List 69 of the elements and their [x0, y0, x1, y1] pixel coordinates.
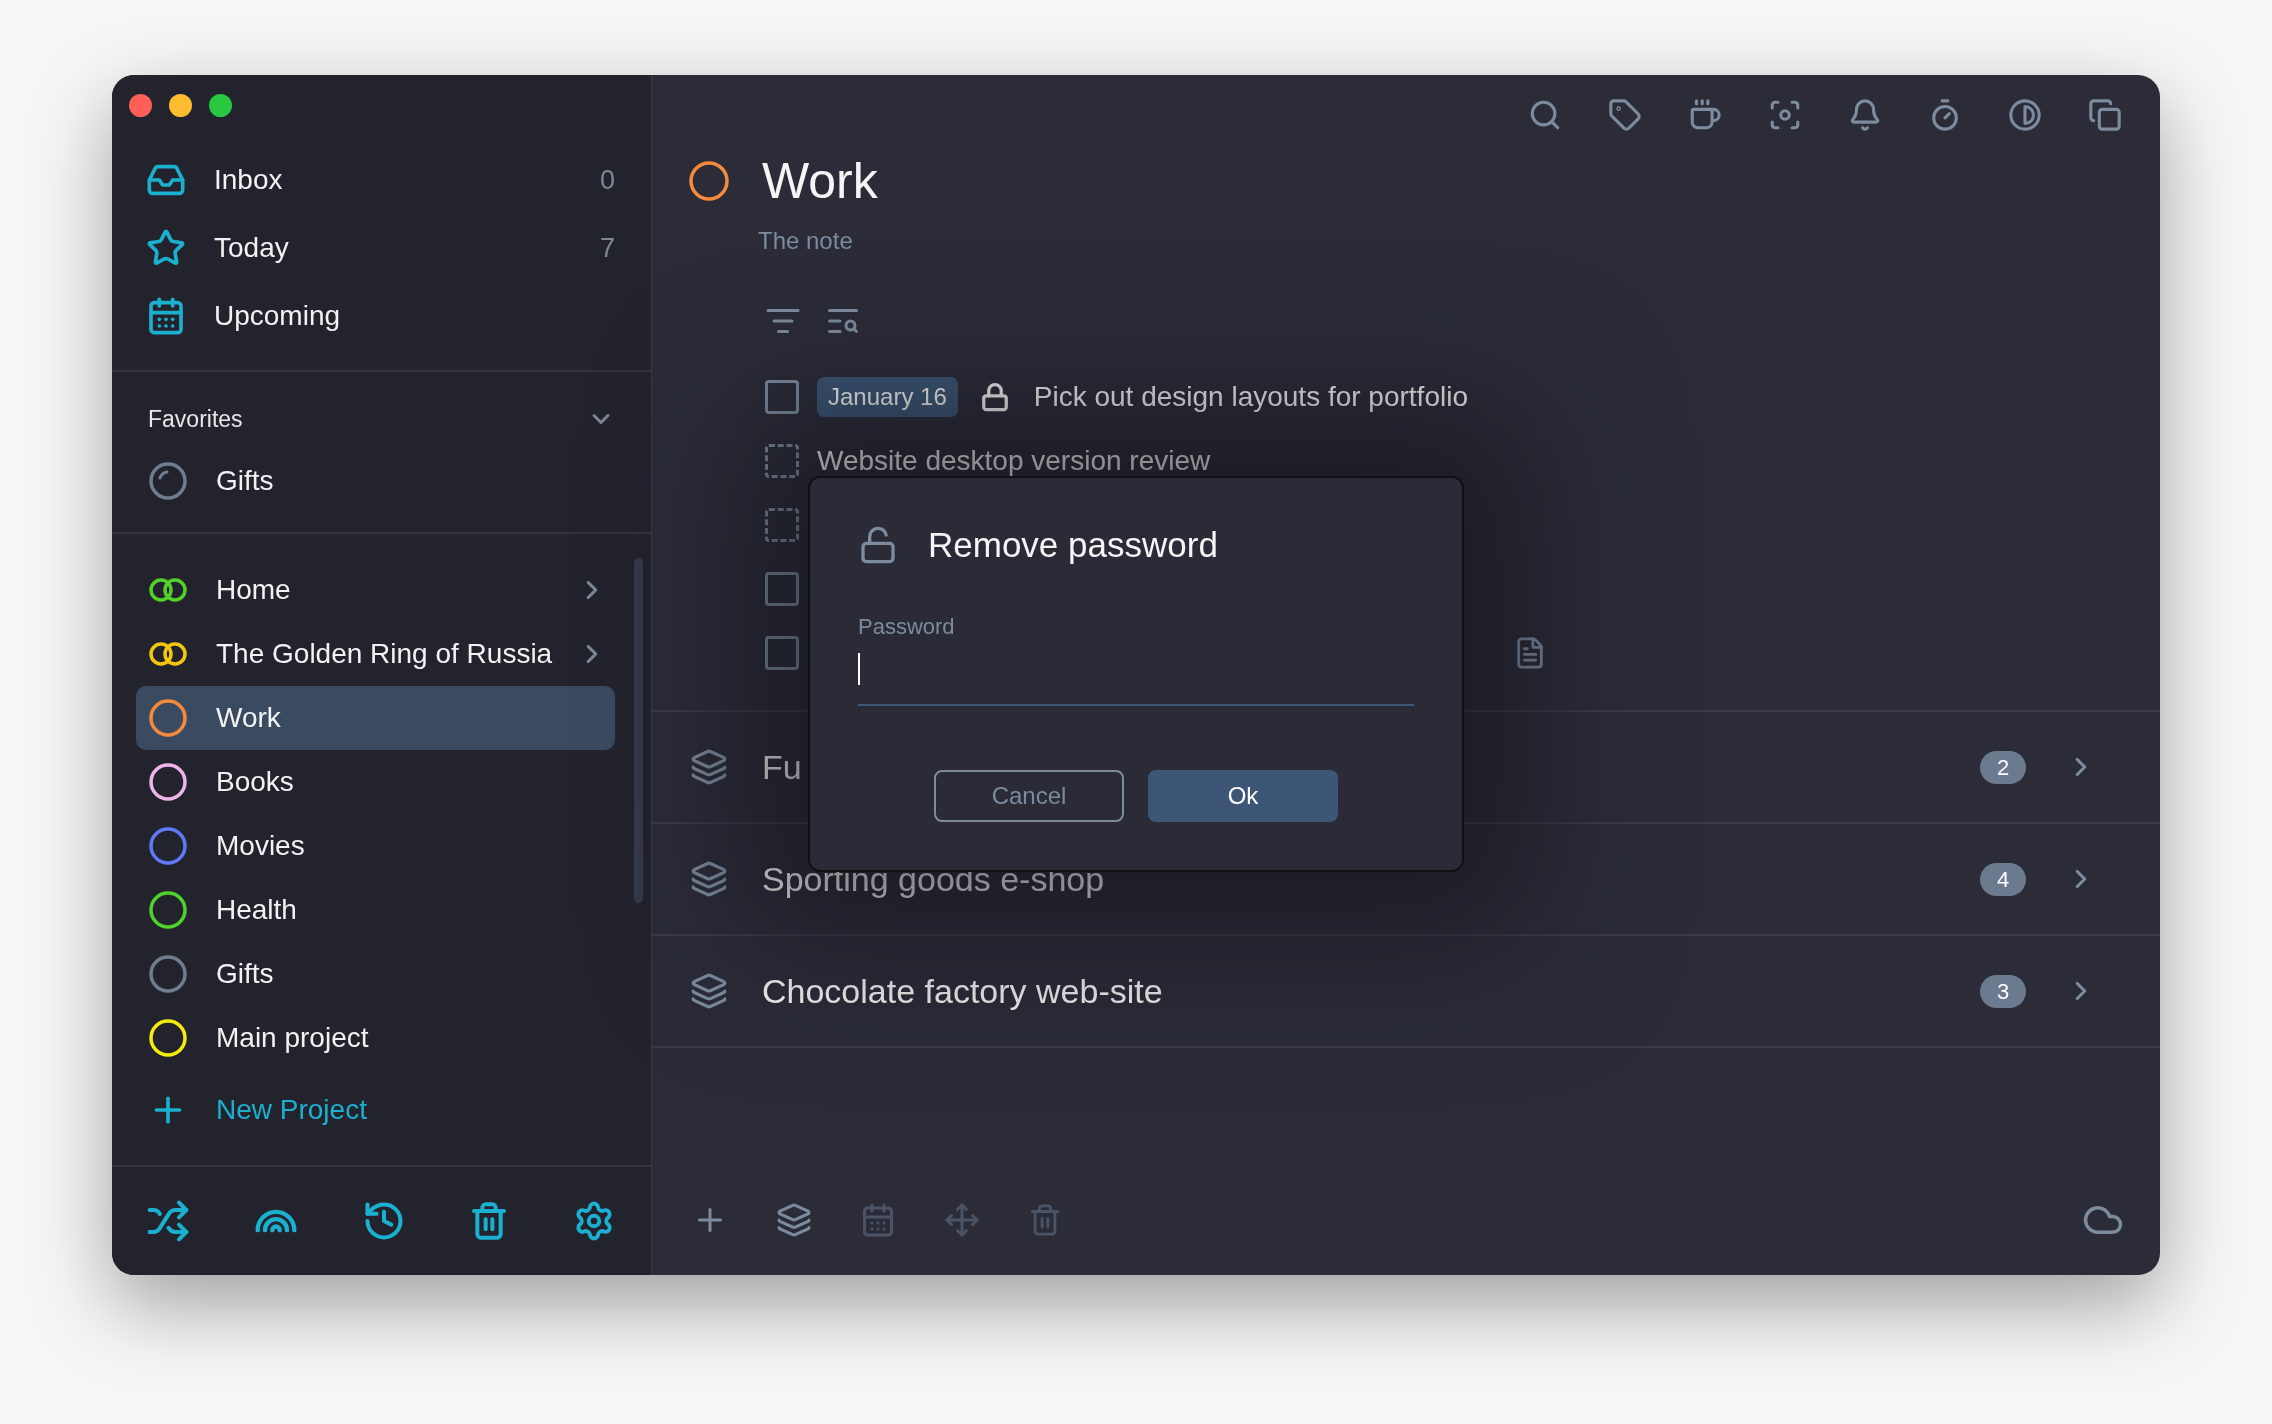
focus-icon[interactable] — [1768, 98, 1802, 132]
sidebar-item[interactable]: Upcoming — [112, 282, 651, 350]
section-title: Favorites — [148, 404, 244, 434]
item-label: Upcoming — [214, 299, 342, 333]
item-label: Gifts — [216, 957, 275, 991]
bell-icon[interactable] — [1848, 98, 1882, 132]
zoom-button[interactable] — [209, 93, 232, 117]
item-label: Work — [216, 701, 282, 735]
section-title[interactable]: Chocolate factory web-site — [762, 965, 1163, 1017]
item-label: Movies — [216, 829, 306, 863]
calendar-icon — [146, 296, 186, 336]
shuffle-icon[interactable] — [146, 1199, 190, 1243]
project-item[interactable]: Gifts — [136, 942, 615, 1006]
unlock-icon — [858, 525, 898, 565]
project-item[interactable]: Main project — [136, 1006, 615, 1070]
count-badge: 3 — [1980, 974, 2026, 1008]
project-item[interactable]: The Golden Ring of Russia — [136, 622, 615, 686]
project-item[interactable]: Health — [136, 878, 615, 942]
minimize-button[interactable] — [169, 93, 192, 117]
layers-icon — [690, 748, 728, 786]
text-cursor — [858, 653, 860, 685]
sidebar-item[interactable]: Gifts — [112, 447, 651, 515]
checkbox[interactable] — [765, 444, 799, 478]
settings-icon[interactable] — [573, 1200, 615, 1242]
sidebar-item[interactable]: Inbox 0 — [112, 146, 651, 214]
new-project-button[interactable]: New Project — [112, 1074, 651, 1146]
task-title: Website desktop version review — [817, 444, 1211, 478]
scrollbar[interactable] — [634, 558, 643, 903]
layers-icon — [690, 972, 728, 1010]
checkbox[interactable] — [765, 636, 799, 670]
search-icon[interactable] — [1528, 98, 1562, 132]
project-note: The note — [758, 226, 853, 256]
copy-icon[interactable] — [2088, 98, 2122, 132]
contrast-icon[interactable] — [2008, 98, 2042, 132]
date-badge[interactable]: January 16 — [817, 377, 958, 417]
item-label: Gifts — [216, 464, 274, 498]
close-button[interactable] — [129, 93, 152, 117]
tag-icon[interactable] — [1608, 98, 1642, 132]
cancel-button[interactable]: Cancel — [934, 770, 1124, 822]
cup-icon[interactable] — [1688, 98, 1722, 132]
checkbox[interactable] — [765, 380, 799, 414]
star-icon — [146, 228, 186, 268]
project-item[interactable]: Home — [136, 558, 615, 622]
project-item[interactable]: Work — [136, 686, 615, 750]
project-item[interactable]: Books — [136, 750, 615, 814]
checkbox[interactable] — [765, 508, 799, 542]
progress-ring-icon — [148, 461, 188, 501]
item-count: 7 — [599, 231, 615, 265]
item-label: Health — [216, 893, 298, 927]
password-field[interactable]: Password — [858, 610, 1414, 706]
project-item[interactable]: Movies — [136, 814, 615, 878]
layers-icon[interactable] — [776, 1202, 812, 1238]
task-title: Pick out design layouts for portfolio — [1033, 380, 1468, 414]
item-label: Inbox — [214, 163, 284, 197]
checkbox[interactable] — [765, 572, 799, 606]
sidebar-item[interactable]: Today 7 — [112, 214, 651, 282]
section-title[interactable]: Fu — [762, 741, 802, 793]
item-label: Home — [216, 573, 292, 607]
count-badge: 2 — [1980, 750, 2026, 784]
layers-icon — [690, 860, 728, 898]
dialog-title: Remove password — [928, 523, 1218, 566]
item-label: Main project — [216, 1021, 370, 1055]
project-title: Work — [762, 151, 878, 211]
item-label: The Golden Ring of Russia — [216, 637, 554, 671]
item-count: 0 — [599, 163, 615, 197]
item-label: Today — [214, 231, 290, 265]
item-label: Books — [216, 765, 295, 799]
count-badge: 4 — [1980, 862, 2026, 896]
ok-button[interactable]: Ok — [1148, 770, 1338, 822]
